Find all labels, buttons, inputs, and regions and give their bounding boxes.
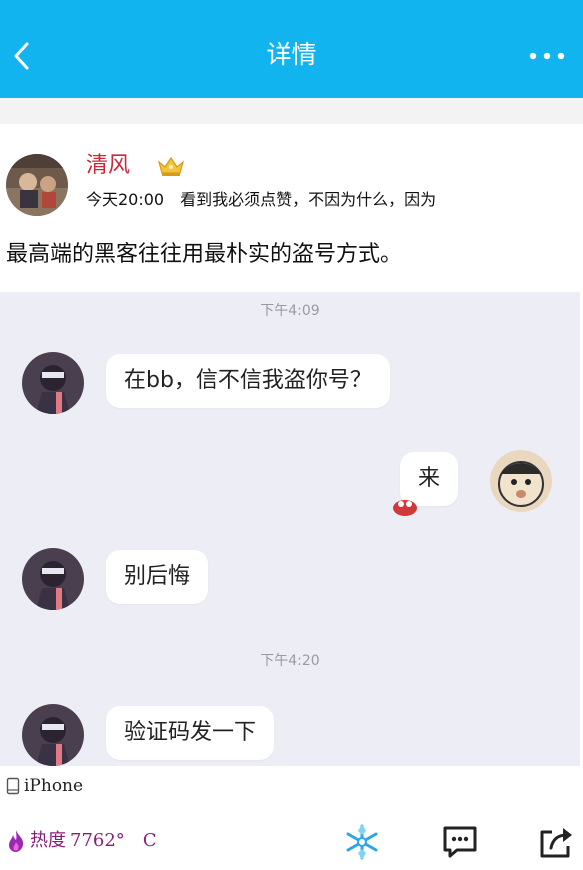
more-button[interactable] [523,36,571,76]
refresh-button[interactable]: C [143,828,157,854]
comment-button[interactable] [440,822,480,862]
chat-timestamp: 下午4:09 [260,303,320,319]
section-divider [0,98,583,124]
avatar-image [6,154,68,216]
chat-bubble: 别后悔 [106,550,209,604]
chat-avatar-left [22,704,84,766]
post-header: 清风 今天20:00 看到我必须点赞，不因为什么，因为 [0,124,583,234]
heat-label: 热度 [30,830,66,851]
chat-bubble: 在bb，信不信我盗你号？ [106,354,390,408]
more-dots-icon [529,52,565,60]
comment-icon [443,826,477,858]
chat-avatar-left [22,548,84,610]
post-body: 最高端的黑客往往用最朴实的盗号方式。 [6,242,403,267]
sticker-icon [390,492,420,518]
bottom-toolbar: 热度 7762° C [0,812,583,870]
share-icon [540,828,572,858]
chat-timestamp: 下午4:20 [260,653,320,669]
top-navbar: 详情 [0,0,583,98]
chat-bubble: 验证码发一下 [106,706,275,760]
post-image[interactable]: 下午4:09 在bb，信不信我盗你号？ 来 别后悔 下午4:20 验证码发一下 [0,292,580,766]
vip-crown-icon [156,154,186,178]
chat-avatar-right [490,450,552,512]
chat-avatar-left [22,352,84,414]
device-source: iPhone [6,774,83,798]
post-time: 今天20:00 [86,190,165,209]
post-meta: 今天20:00 看到我必须点赞，不因为什么，因为 [86,188,436,212]
like-button[interactable] [342,822,382,862]
user-avatar[interactable] [6,154,68,216]
heat-value: 7762° [70,830,125,851]
post-excerpt: 看到我必须点赞，不因为什么，因为 [180,190,437,209]
share-button[interactable] [536,822,576,862]
device-label: iPhone [24,776,84,796]
page-title: 详情 [266,40,317,69]
phone-icon [6,777,20,795]
snowflake-icon [346,824,378,860]
heat-indicator: 热度 7762° C [6,828,157,854]
flame-icon [9,830,24,852]
username[interactable]: 清风 [86,151,130,181]
